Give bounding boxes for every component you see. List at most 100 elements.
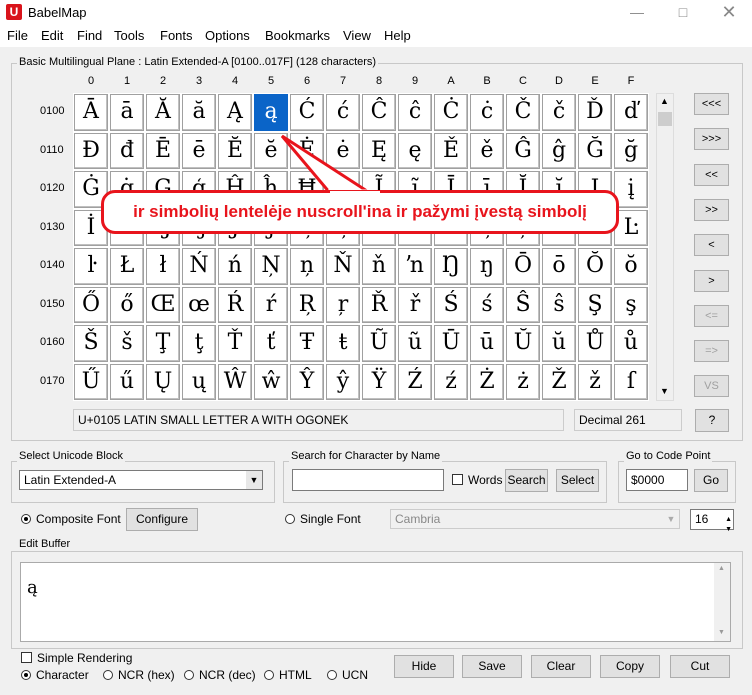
character-cell[interactable]: Ť (217, 324, 253, 363)
configure-button[interactable]: Configure (126, 508, 198, 531)
mode-ucn-radio[interactable] (327, 670, 337, 680)
save-button[interactable]: Save (462, 655, 522, 678)
character-cell[interactable]: ă (181, 93, 217, 132)
character-cell[interactable]: ő (109, 285, 145, 324)
mode-ncr-hex-radio[interactable] (103, 670, 113, 680)
character-cell[interactable]: Ő (73, 285, 109, 324)
character-cell[interactable]: ű (109, 362, 145, 401)
character-cell[interactable]: Ŋ (433, 247, 469, 286)
character-cell[interactable]: ſ (613, 362, 649, 401)
character-cell[interactable]: Š (73, 324, 109, 363)
character-cell[interactable]: ŀ (73, 247, 109, 286)
character-cell[interactable]: ż (505, 362, 541, 401)
character-cell[interactable]: ť (253, 324, 289, 363)
character-cell[interactable]: Ż (469, 362, 505, 401)
character-cell[interactable]: Ŧ (289, 324, 325, 363)
character-cell[interactable]: Ň (325, 247, 361, 286)
character-cell[interactable]: ĝ (541, 131, 577, 170)
character-cell[interactable]: Ţ (145, 324, 181, 363)
unicode-block-select[interactable]: Latin Extended-A ▼ (19, 470, 263, 490)
character-cell[interactable]: ŉ (397, 247, 433, 286)
composite-font-radio[interactable] (21, 514, 31, 524)
menu-options[interactable]: Options (205, 28, 250, 43)
character-cell[interactable]: Ŷ (289, 362, 325, 401)
character-cell[interactable]: Ĕ (217, 131, 253, 170)
character-cell[interactable]: Œ (145, 285, 181, 324)
character-cell[interactable]: Ņ (253, 247, 289, 286)
character-cell[interactable]: Ā (73, 93, 109, 132)
menu-file[interactable]: File (7, 28, 28, 43)
dropdown-arrow-icon[interactable]: ▼ (246, 471, 262, 489)
character-cell[interactable]: ď (613, 93, 649, 132)
edit-buffer-scrollbar[interactable]: ▲ ▼ (714, 563, 730, 641)
first-block-button[interactable]: <<< (694, 93, 729, 115)
character-cell[interactable]: ň (361, 247, 397, 286)
character-cell[interactable]: ŵ (253, 362, 289, 401)
character-cell[interactable]: Ų (145, 362, 181, 401)
character-cell[interactable]: Ē (145, 131, 181, 170)
go-button[interactable]: Go (694, 469, 728, 492)
font-size-spinner[interactable]: 16 ▲ ▼ (690, 509, 734, 533)
character-cell[interactable]: ċ (469, 93, 505, 132)
close-icon[interactable]: ✕ (706, 0, 752, 25)
character-cell[interactable]: Ś (433, 285, 469, 324)
character-cell[interactable]: ě (469, 131, 505, 170)
character-cell[interactable]: ž (577, 362, 613, 401)
character-cell[interactable]: ř (397, 285, 433, 324)
character-cell[interactable]: Ű (73, 362, 109, 401)
edit-buffer-textarea[interactable]: ą ▲ ▼ (20, 562, 731, 642)
character-cell[interactable]: Ě (433, 131, 469, 170)
scroll-up-icon[interactable]: ▲ (660, 96, 669, 106)
grid-scrollbar[interactable]: ▲ ▼ (656, 93, 674, 401)
help-button[interactable]: ? (695, 409, 729, 432)
character-cell[interactable]: Ą (217, 93, 253, 132)
cut-button[interactable]: Cut (670, 655, 730, 678)
prev-char-button[interactable]: < (694, 234, 729, 257)
menu-help[interactable]: Help (384, 28, 411, 43)
next-char-button[interactable]: > (694, 269, 729, 292)
menu-fonts[interactable]: Fonts (160, 28, 193, 43)
hide-button[interactable]: Hide (394, 655, 454, 678)
character-cell[interactable]: Ĝ (505, 131, 541, 170)
simple-rendering-checkbox[interactable] (21, 652, 32, 663)
character-cell[interactable]: ā (109, 93, 145, 132)
character-cell[interactable]: Ŭ (505, 324, 541, 363)
character-cell[interactable]: œ (181, 285, 217, 324)
character-cell[interactable]: ū (469, 324, 505, 363)
character-cell[interactable]: ş (613, 285, 649, 324)
prev-page-button[interactable]: << (694, 163, 729, 186)
next-page-button[interactable]: >> (694, 198, 729, 221)
search-button[interactable]: Search (505, 469, 548, 492)
character-cell[interactable]: š (109, 324, 145, 363)
menu-find[interactable]: Find (77, 28, 102, 43)
mode-ncr-dec-radio[interactable] (184, 670, 194, 680)
character-cell[interactable]: Ū (433, 324, 469, 363)
menu-view[interactable]: View (343, 28, 371, 43)
select-button[interactable]: Select (556, 469, 599, 492)
character-cell[interactable]: Ř (361, 285, 397, 324)
maximize-icon[interactable]: □ (660, 0, 706, 25)
character-cell[interactable]: Ũ (361, 324, 397, 363)
character-cell[interactable]: ų (181, 362, 217, 401)
character-cell[interactable]: ŧ (325, 324, 361, 363)
mode-html-radio[interactable] (264, 670, 274, 680)
next-bookmark-button[interactable]: => (694, 340, 729, 363)
search-input[interactable] (292, 469, 444, 491)
single-font-radio[interactable] (285, 514, 295, 524)
character-cell[interactable]: Č (505, 93, 541, 132)
character-cell[interactable]: Ğ (577, 131, 613, 170)
clear-button[interactable]: Clear (531, 655, 591, 678)
character-cell[interactable]: đ (109, 131, 145, 170)
character-cell[interactable]: Đ (73, 131, 109, 170)
character-cell[interactable]: Ŵ (217, 362, 253, 401)
font-select[interactable]: Cambria ▼ (390, 509, 680, 529)
character-cell[interactable]: ů (613, 324, 649, 363)
character-cell[interactable]: Ŏ (577, 247, 613, 286)
character-cell[interactable]: Ź (397, 362, 433, 401)
scroll-down-icon[interactable]: ▼ (660, 386, 669, 396)
spin-down-icon[interactable]: ▼ (725, 520, 732, 539)
minimize-icon[interactable]: — (614, 0, 660, 25)
character-cell[interactable]: Ă (145, 93, 181, 132)
character-cell[interactable]: ą (253, 93, 289, 132)
character-cell[interactable]: ņ (289, 247, 325, 286)
